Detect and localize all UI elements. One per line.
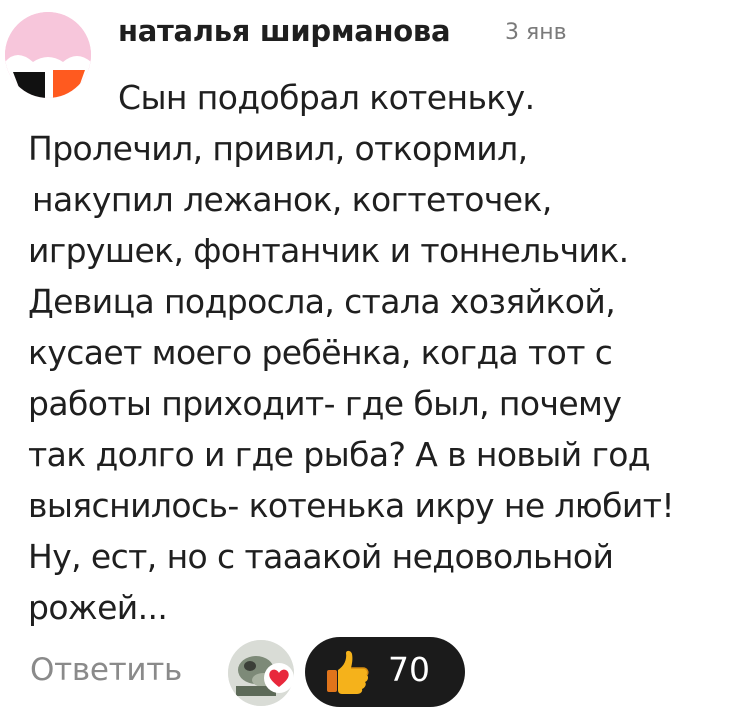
reaction-button[interactable]: 70 xyxy=(305,637,465,707)
comment-text: Сын подобрал котеньку. Пролечил, привил,… xyxy=(28,72,744,633)
comment-line: Пролечил, привил, откормил, xyxy=(28,129,528,168)
author-name[interactable]: наталья ширманова xyxy=(118,14,451,48)
comment-line: Ну, ест, но с тааакой недовольной xyxy=(28,537,614,576)
comment-line: игрушек, фонтанчик и тоннельчик. xyxy=(28,231,629,270)
comment-line: работы приходит- где был, почему xyxy=(28,384,622,423)
comment-line: выяснилось- котенька икру не любит! xyxy=(28,486,675,525)
comment-line: кусает моего ребёнка, когда тот с xyxy=(28,333,613,372)
comment-line: Девица подросла, стала хозяйкой, xyxy=(28,282,616,321)
heart-icon xyxy=(264,663,294,693)
thumbs-up-icon xyxy=(322,648,372,698)
reaction-count: 70 xyxy=(388,650,430,689)
comment-line: рожей... xyxy=(28,588,168,627)
comment-line: накупил лежанок, когтеточек, xyxy=(32,180,552,219)
reply-button[interactable]: Ответить xyxy=(30,652,182,688)
comment-line: Сын подобрал котеньку. xyxy=(118,78,535,117)
comment-date: 3 янв xyxy=(505,20,567,45)
comment-line: так долго и где рыба? А в новый год xyxy=(28,435,651,474)
comment-card: наталья ширманова 3 янв Сын подобрал кот… xyxy=(0,0,750,714)
